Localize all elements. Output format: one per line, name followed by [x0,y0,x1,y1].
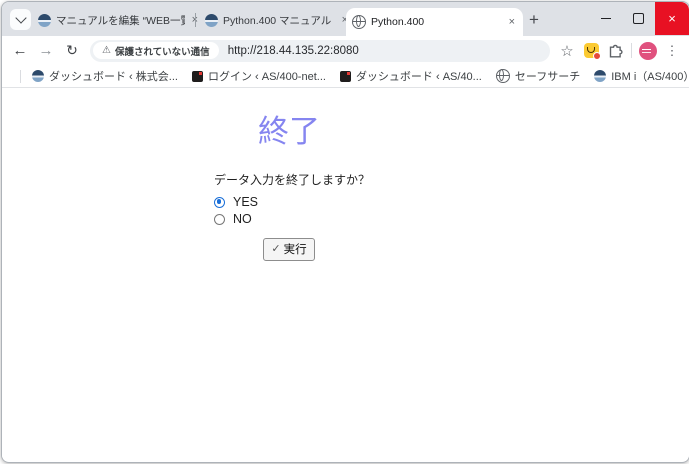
bookmark-label: セーフサーチ [514,71,581,83]
site-favicon-icon [594,70,607,82]
question-text: データ入力を終了しますか？ [214,172,371,187]
security-chip[interactable]: ⚠ 保護されていない通信 [93,42,219,59]
tab-search-button[interactable] [10,9,31,30]
minimize-button[interactable] [589,2,622,35]
profile-avatar [639,41,657,60]
new-tab-button[interactable]: + [523,9,545,31]
globe-icon [495,69,510,83]
minimize-icon [600,17,611,20]
extensions-button[interactable] [603,39,627,63]
radio-yes-input[interactable] [214,196,225,208]
puzzle-icon [609,44,623,57]
browser-toolbar: ← → ↻ ⚠ 保護されていない通信 http://218.44.135.22:… [2,36,689,65]
bookmark-login-as400[interactable]: ログイン ‹ AS/400-net... [185,68,333,84]
tab-divider [195,13,196,27]
bookmarks-bar: ダッシュボード ‹ 株式会... ログイン ‹ AS/400-net... ダッ… [2,65,689,88]
site-favicon-icon [32,70,44,82]
chevron-down-icon [14,12,27,24]
window-controls: × [589,2,689,35]
extension-yellow-icon [583,43,601,60]
site-favicon-icon [38,13,51,27]
browser-menu-button[interactable]: ⋮ [660,39,684,63]
radio-option-yes[interactable]: YES [214,194,364,211]
execute-button-label: 実行 [283,243,307,256]
globe-icon [352,15,366,29]
page-content: 終了 データ入力を終了しますか？ YES NO ✓ 実行 [2,88,689,461]
extension-yellow-button[interactable] [579,39,603,63]
tab-strip: マニュアルを編集 “WEB一覧表: 商 × Python.400 マニュアル |… [2,2,689,36]
bookmark-ibm-i[interactable]: IBM i（AS/400）We... [587,68,689,84]
as400-favicon-icon [191,70,203,82]
tab-manual-edit[interactable]: マニュアルを編集 “WEB一覧表: 商 × [32,9,206,31]
bookmark-label: ダッシュボード ‹ 株式会... [49,71,178,83]
page-title: 終了 [258,114,320,149]
address-bar[interactable]: ⚠ 保護されていない通信 http://218.44.135.22:8080 [90,39,550,62]
tab-title: Python.400 マニュアル | officequa [223,14,335,27]
toolbar-divider [631,43,632,58]
bookmark-dashboard-kabushiki[interactable]: ダッシュボード ‹ 株式会... [25,68,185,84]
as400-favicon-icon [339,70,351,82]
bookmark-label: ダッシュボード ‹ AS/40... [355,71,482,83]
maximize-button[interactable] [622,2,655,35]
browser-window: マニュアルを編集 “WEB一覧表: 商 × Python.400 マニュアル |… [1,1,689,463]
tab-title: マニュアルを編集 “WEB一覧表: 商 [56,14,185,27]
tab-title: Python.400 [371,16,425,28]
warning-icon: ⚠ [102,45,111,56]
url-text: http://218.44.135.22:8080 [227,44,359,57]
site-favicon-icon [205,13,218,27]
submit-row: ✓ 実行 [214,237,364,261]
bookmark-dashboard-as400[interactable]: ダッシュボード ‹ AS/40... [333,68,489,84]
bookmark-label: ログイン ‹ AS/400-net... [207,71,326,83]
bookmarks-divider [20,69,21,83]
radio-no-label: NO [233,212,252,227]
forward-button[interactable]: → [33,38,59,64]
security-chip-label: 保護されていない通信 [114,46,210,58]
back-button[interactable]: ← [7,38,33,64]
form-container: 終了 データ入力を終了しますか？ YES NO ✓ 実行 [2,88,371,261]
check-icon: ✓ [271,243,281,256]
radio-yes-label: YES [233,195,259,210]
execute-button[interactable]: ✓ 実行 [263,237,315,261]
reload-button[interactable]: ↻ [59,38,85,64]
bookmark-label: IBM i（AS/400）We... [611,71,689,83]
tab-python400-active[interactable]: Python.400 × [346,8,523,36]
tab-close-icon[interactable]: × [507,16,517,28]
maximize-icon [633,13,644,24]
radio-no-input[interactable] [214,213,225,225]
bookmark-star-button[interactable]: ☆ [555,39,579,63]
profile-button[interactable] [636,39,660,63]
close-window-button[interactable]: × [655,2,689,35]
radio-option-no[interactable]: NO [214,211,364,228]
tab-python400-manual[interactable]: Python.400 マニュアル | officequa × [199,9,356,31]
bookmark-safesearch[interactable]: セーフサーチ [489,68,587,84]
